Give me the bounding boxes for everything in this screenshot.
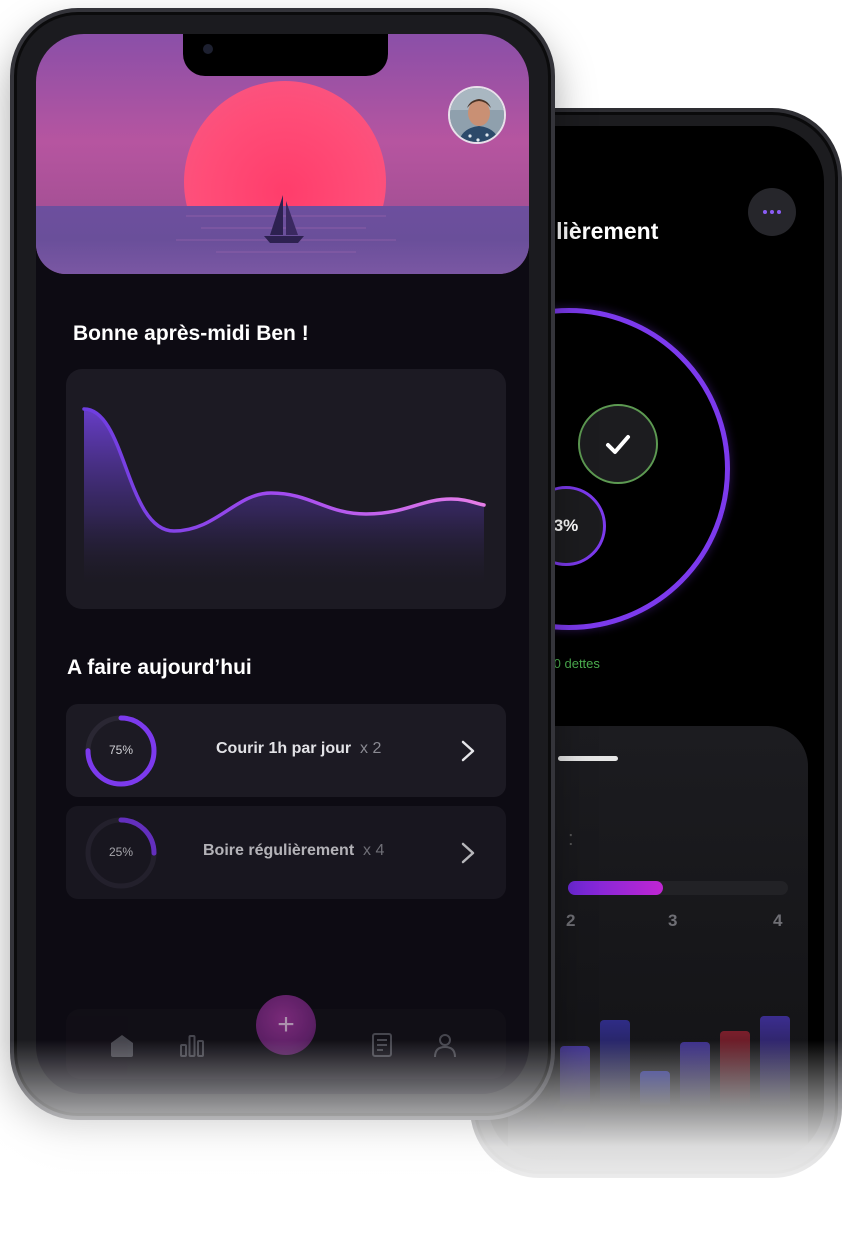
completed-check-button[interactable]	[578, 404, 658, 484]
task-item-boire[interactable]: 25% Boire régulièrement x 4	[66, 806, 506, 899]
chevron-right-icon[interactable]	[458, 841, 478, 865]
progress-track	[568, 881, 788, 895]
profile-icon[interactable]	[431, 1031, 459, 1059]
front-phone: Bonne après-midi Ben ! A faire aujourd’h…	[10, 8, 555, 1120]
chart-bar	[760, 1015, 790, 1106]
task-label: Courir 1h par jour x 2	[216, 740, 381, 758]
avatar-photo	[450, 88, 504, 142]
chart-icon[interactable]	[178, 1031, 206, 1059]
dot-icon	[763, 210, 767, 214]
task-name: Boire régulièrement	[203, 842, 355, 859]
dot-icon	[770, 210, 774, 214]
user-avatar[interactable]	[448, 86, 506, 144]
task-item-courir[interactable]: 75% Courir 1h par jour x 2	[66, 704, 506, 797]
activity-curve-chart	[82, 407, 486, 584]
document-icon[interactable]	[368, 1031, 396, 1059]
todo-section-title: A faire aujourd’hui	[67, 656, 252, 679]
more-options-button[interactable]	[748, 188, 796, 236]
front-camera	[203, 44, 213, 54]
task-name: Courir 1h par jour	[216, 740, 352, 757]
progress-fill	[568, 881, 663, 895]
task-percent: 75%	[108, 743, 134, 757]
chevron-right-icon[interactable]	[458, 739, 478, 763]
chart-bar	[720, 1031, 750, 1106]
chart-bar	[560, 1045, 590, 1106]
dot-icon	[777, 210, 781, 214]
front-phone-screen: Bonne après-midi Ben ! A faire aujourd’h…	[36, 34, 529, 1094]
activity-chart-card	[66, 369, 506, 609]
app-showcase: gulièrement 3% rs + 0 dettes : 2 3 4 Bon…	[0, 0, 850, 1234]
task-percent: 25%	[108, 845, 134, 859]
add-icon: +	[277, 1008, 295, 1041]
stats-label: :	[568, 828, 574, 850]
sheet-handle[interactable]	[558, 756, 618, 761]
home-icon[interactable]	[108, 1031, 136, 1059]
greeting-text: Bonne après-midi Ben !	[73, 322, 309, 345]
scale-label: 2	[566, 911, 576, 930]
phone-notch	[183, 34, 388, 76]
task-multiplier: x 2	[360, 740, 382, 757]
chart-bar	[640, 1070, 670, 1106]
task-multiplier: x 4	[363, 842, 385, 859]
check-icon	[606, 435, 630, 454]
scale-label: 4	[773, 911, 783, 930]
bar-chart	[556, 996, 796, 1106]
chart-bar	[600, 1020, 630, 1106]
chart-bar	[680, 1042, 710, 1106]
percent-ring-label: 3%	[553, 516, 579, 535]
sailboat-icon	[264, 195, 304, 243]
task-label: Boire régulièrement x 4	[203, 842, 384, 860]
scale-label: 3	[668, 911, 678, 930]
activity-area	[84, 409, 484, 584]
add-habit-button[interactable]: +	[256, 995, 316, 1055]
